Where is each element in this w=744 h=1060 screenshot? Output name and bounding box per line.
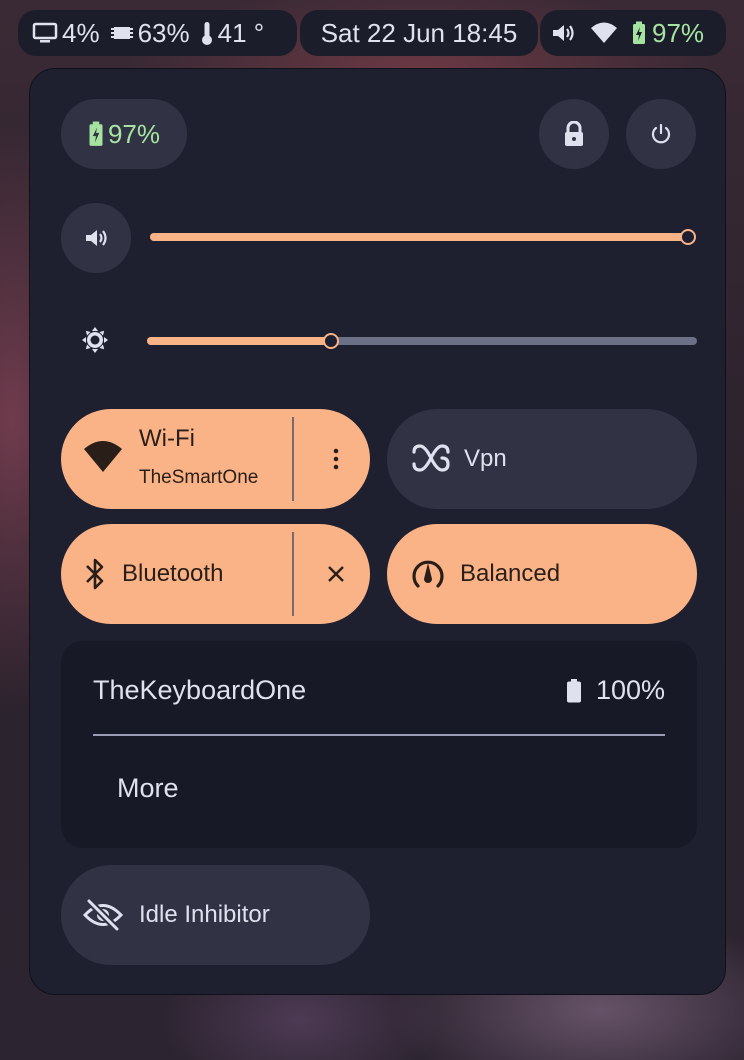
more-vertical-icon [333,448,338,470]
system-stats-pill[interactable]: 4% 63% 41 ° [18,10,297,56]
brightness-slider[interactable] [147,333,697,349]
power-button[interactable] [626,99,696,169]
bluetooth-label: Bluetooth [122,560,224,587]
bluetooth-icon [86,558,104,590]
bluetooth-tile[interactable]: Bluetooth [61,524,370,624]
thermometer-icon [201,22,212,45]
tile-divider [292,417,294,501]
eye-off-icon [83,898,123,932]
bluetooth-disconnect-button[interactable] [301,524,370,624]
battery-pill[interactable]: 97% [61,99,187,169]
lock-button[interactable] [539,99,609,169]
divider [93,734,665,736]
wifi-tile[interactable]: Wi-Fi TheSmartOne [61,409,370,509]
volume-slider-fill [150,233,688,241]
monitor-icon [32,22,58,43]
wifi-more-button[interactable] [301,409,370,509]
top-bar: 4% 63% 41 ° Sat 22 Jun 18:45 97% [0,8,744,56]
clock-pill[interactable]: Sat 22 Jun 18:45 [300,10,538,56]
status-pill[interactable]: 97% [540,10,726,56]
temperature-value: 41 ° [217,17,265,48]
brightness-slider-fill [147,337,331,345]
cpu-icon [110,27,133,39]
volume-mute-button[interactable] [61,203,131,273]
quick-settings-panel: 97% Wi-Fi TheSmartOne Vpn Bluetooth Bala… [29,68,726,995]
idle-inhibitor-label: Idle Inhibitor [139,901,270,928]
wifi-icon [84,441,122,472]
power-profile-label: Balanced [460,560,561,587]
wifi-text: Wi-Fi TheSmartOne [139,425,258,489]
vpn-icon [412,444,450,472]
close-icon [327,566,344,582]
power-icon [651,123,671,144]
bluetooth-device-card: TheKeyboardOne 100% More [61,641,697,848]
more-button[interactable]: More [117,773,179,804]
device-name: TheKeyboardOne [93,675,307,705]
lock-icon [565,121,583,146]
wifi-label: Wi-Fi [139,425,195,452]
power-profile-tile[interactable]: Balanced [387,524,697,624]
battery-charging-icon [633,21,645,44]
tile-divider [292,532,294,616]
cpu-value: 63% [137,17,190,48]
battery-charging-icon [89,121,103,146]
battery-icon [566,678,581,702]
volume-icon [553,25,574,41]
vpn-tile[interactable]: Vpn [387,409,697,509]
screen-value: 4% [62,17,100,48]
device-battery: 100% [566,675,665,706]
device-battery-value: 100% [595,675,665,705]
volume-slider-handle[interactable] [680,229,696,245]
vpn-label: Vpn [464,445,507,472]
idle-inhibitor-tile[interactable]: Idle Inhibitor [61,865,370,965]
battery-value: 97% [652,17,705,48]
volume-icon [86,230,107,246]
volume-slider[interactable] [150,229,696,245]
wifi-icon [591,22,617,43]
gauge-icon [412,560,444,588]
clock-datetime: Sat 22 Jun 18:45 [320,17,518,48]
wifi-network-name: TheSmartOne [139,467,259,488]
brightness-icon [81,326,109,359]
battery-percentage: 97% [107,118,161,149]
brightness-slider-handle[interactable] [323,333,339,349]
